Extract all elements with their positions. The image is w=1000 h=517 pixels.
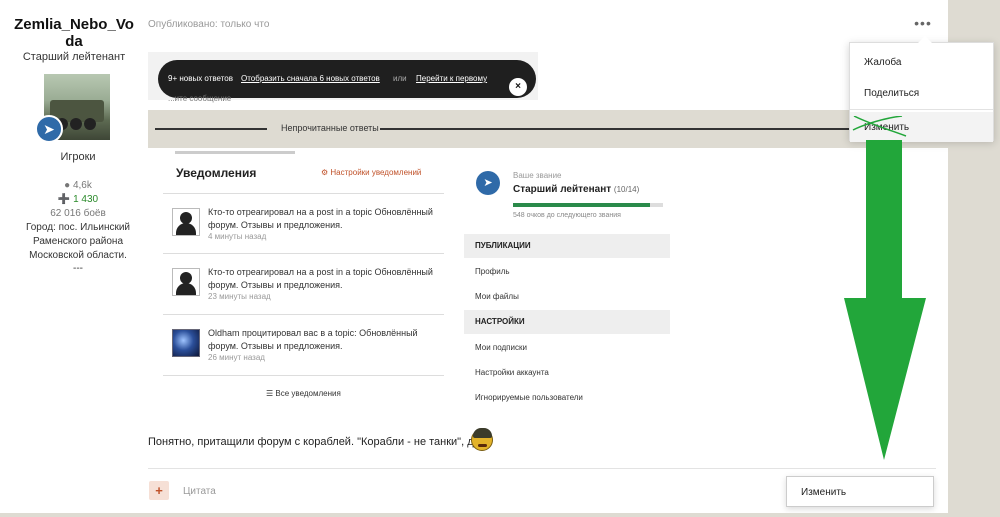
down-arrow-icon — [844, 116, 926, 460]
post-count-value: 4,6k — [72, 180, 92, 191]
post-published-time: Опубликовано: только что — [148, 19, 270, 30]
list-item[interactable]: Oldham процитировал вас в a topic: Обнов… — [172, 328, 444, 377]
settings-section-header: НАСТРОЙКИ — [464, 310, 670, 334]
battles-count: 62 016 боёв — [50, 208, 106, 219]
show-new-replies-link[interactable]: Отобразить сначала 6 новых ответов — [241, 74, 380, 83]
new-replies-bar: 9+ новых ответов Отобразить сначала 6 но… — [158, 60, 536, 98]
author-name[interactable]: Zemlia_Nebo_Voda — [12, 16, 136, 50]
divider-line — [155, 128, 267, 130]
author-rank: Старший лейтенант — [22, 51, 126, 63]
new-replies-count: 9+ новых ответов — [168, 74, 233, 83]
unread-replies-label: Непрочитанные ответы — [281, 123, 379, 133]
account-settings-link[interactable]: Настройки аккаунта — [475, 368, 549, 377]
notification-settings-link[interactable]: ⚙ Настройки уведомлений — [321, 168, 421, 177]
rocket-icon: ➤ — [476, 171, 500, 195]
report-menu-item[interactable]: Жалоба — [850, 47, 993, 77]
share-menu-item[interactable]: Поделиться — [850, 78, 993, 108]
wheel-shape — [84, 118, 96, 130]
or-label: или — [393, 74, 407, 83]
close-icon[interactable]: × — [509, 78, 527, 96]
subscriptions-link[interactable]: Мои подписки — [475, 343, 527, 352]
author-panel: Zemlia_Nebo_Voda Старший лейтенант ➤ Игр… — [0, 0, 148, 517]
notification-text: Кто-то отреагировал на a post in a topic… — [208, 207, 433, 230]
list-item[interactable]: Кто-то отреагировал на a post in a topic… — [172, 207, 444, 256]
go-first-link[interactable]: Перейти к первому — [416, 74, 487, 83]
more-options-icon[interactable]: ••• — [912, 16, 934, 32]
divider — [163, 375, 444, 376]
plus-circle-icon: ➕ — [57, 194, 74, 205]
notification-settings-label: Настройки уведомлений — [330, 168, 422, 177]
divider — [163, 193, 444, 194]
all-notifications-label: Все уведомления — [275, 389, 341, 398]
reputation: ➕ 1 430 — [0, 193, 156, 207]
quote-button[interactable]: Цитата — [183, 486, 216, 497]
ignored-users-link[interactable]: Игнорируемые пользователи — [475, 393, 583, 402]
rank-name-text: Старший лейтенант — [513, 184, 612, 195]
list-item[interactable]: Кто-то отреагировал на a post in a topic… — [172, 267, 444, 316]
wheel-shape — [70, 118, 82, 130]
notification-time: 26 минут назад — [208, 353, 265, 362]
tanker-emoji-icon — [471, 428, 493, 451]
reputation-value: 1 430 — [73, 194, 99, 205]
gear-icon: ⚙ — [321, 168, 331, 177]
edit-button[interactable]: Изменить — [786, 476, 934, 507]
ghost-text: ...ите сообщение — [168, 94, 232, 103]
notification-time: 23 минуты назад — [208, 292, 271, 301]
author-group: Игроки — [60, 151, 96, 163]
globe-avatar-icon — [172, 329, 200, 357]
rank-subtext: 548 очков до следующего звания — [513, 212, 621, 219]
rank-name: Старший лейтенант (10/14) — [513, 184, 639, 195]
bottom-frame-strip — [0, 513, 1000, 517]
divider — [850, 109, 993, 110]
list-icon: ☰ — [266, 389, 276, 398]
rocket-icon: ➤ — [35, 115, 63, 143]
my-files-link[interactable]: Мои файлы — [475, 292, 519, 301]
profile-link[interactable]: Профиль — [475, 267, 510, 276]
embedded-top-rule — [175, 151, 295, 154]
user-avatar-icon — [172, 208, 200, 236]
divider — [148, 468, 936, 469]
author-city: Город: пос. Ильинский Раменского района … — [25, 222, 131, 261]
comment-icon: ● — [64, 180, 73, 191]
divider — [163, 314, 444, 315]
post-text: Понятно, притащили форум с кораблей. "Ко… — [148, 436, 486, 448]
all-notifications-link[interactable]: ☰ Все уведомления — [266, 389, 341, 398]
rank-progress-text: (10/14) — [613, 185, 640, 194]
rank-caption: Ваше звание — [513, 171, 562, 180]
divider-line — [380, 128, 850, 130]
divider — [163, 253, 444, 254]
post-count: ● 4,6k — [0, 179, 156, 193]
plus-icon[interactable]: + — [149, 481, 169, 500]
user-avatar-icon — [172, 268, 200, 296]
notifications-title: Уведомления — [176, 166, 257, 180]
notification-text: Кто-то отреагировал на a post in a topic… — [208, 267, 433, 290]
rank-progress-bar — [513, 203, 663, 207]
notification-text: Oldham процитировал вас в a topic: Обнов… — [208, 328, 418, 351]
notification-time: 4 минуты назад — [208, 232, 267, 241]
rank-progress-fill — [513, 203, 650, 207]
author-separator: --- — [73, 263, 83, 274]
publications-section-header: ПУБЛИКАЦИИ — [464, 234, 670, 258]
